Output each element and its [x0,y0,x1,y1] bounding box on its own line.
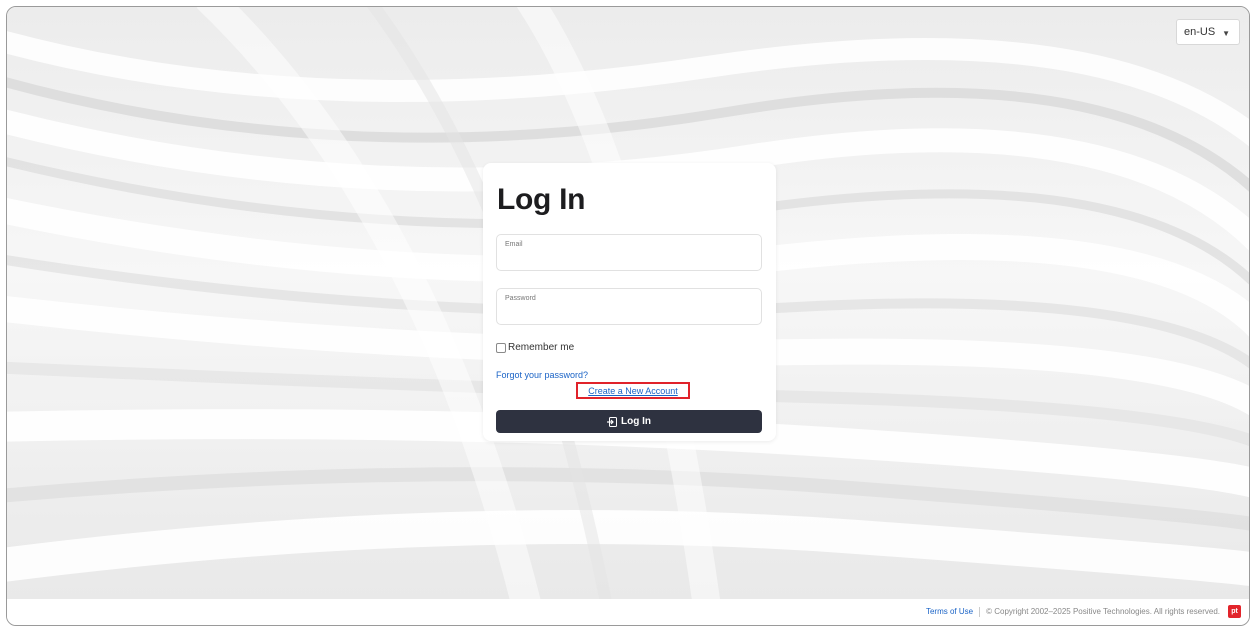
password-input[interactable] [505,306,751,320]
footer-content: Terms of Use © Copyright 2002–2025 Posit… [926,605,1241,618]
pt-logo-icon: pt [1228,605,1241,618]
caret-down-icon: ▼ [1222,29,1230,38]
remember-me-checkbox[interactable] [496,342,506,353]
remember-me-label: Remember me [508,342,575,353]
copyright-text: © Copyright 2002–2025 Positive Technolog… [986,607,1220,616]
password-label: Password [505,295,536,302]
remember-me-row[interactable]: Remember me [496,342,574,353]
footer-divider [979,606,981,617]
login-icon [607,416,617,427]
create-account-link[interactable]: Create a New Account [588,386,678,396]
email-field[interactable]: Email [496,234,762,271]
language-select[interactable]: en-US ▼ [1176,19,1240,45]
password-field[interactable]: Password [496,288,762,325]
login-button[interactable]: Log In [496,410,762,433]
forgot-password-link[interactable]: Forgot your password? [496,370,588,380]
email-label: Email [505,241,523,248]
login-button-label: Log In [621,416,651,427]
page-title: Log In [497,183,586,216]
email-input[interactable] [505,252,751,266]
terms-of-use-link[interactable]: Terms of Use [926,607,973,616]
browser-frame: en-US ▼ Log In Email Password Remember m… [6,6,1250,626]
login-card: Log In Email Password Remember me Forgot… [483,163,776,441]
footer: Terms of Use © Copyright 2002–2025 Posit… [7,599,1249,625]
create-account-highlight: Create a New Account [576,382,690,399]
language-selected-label: en-US [1184,26,1216,38]
